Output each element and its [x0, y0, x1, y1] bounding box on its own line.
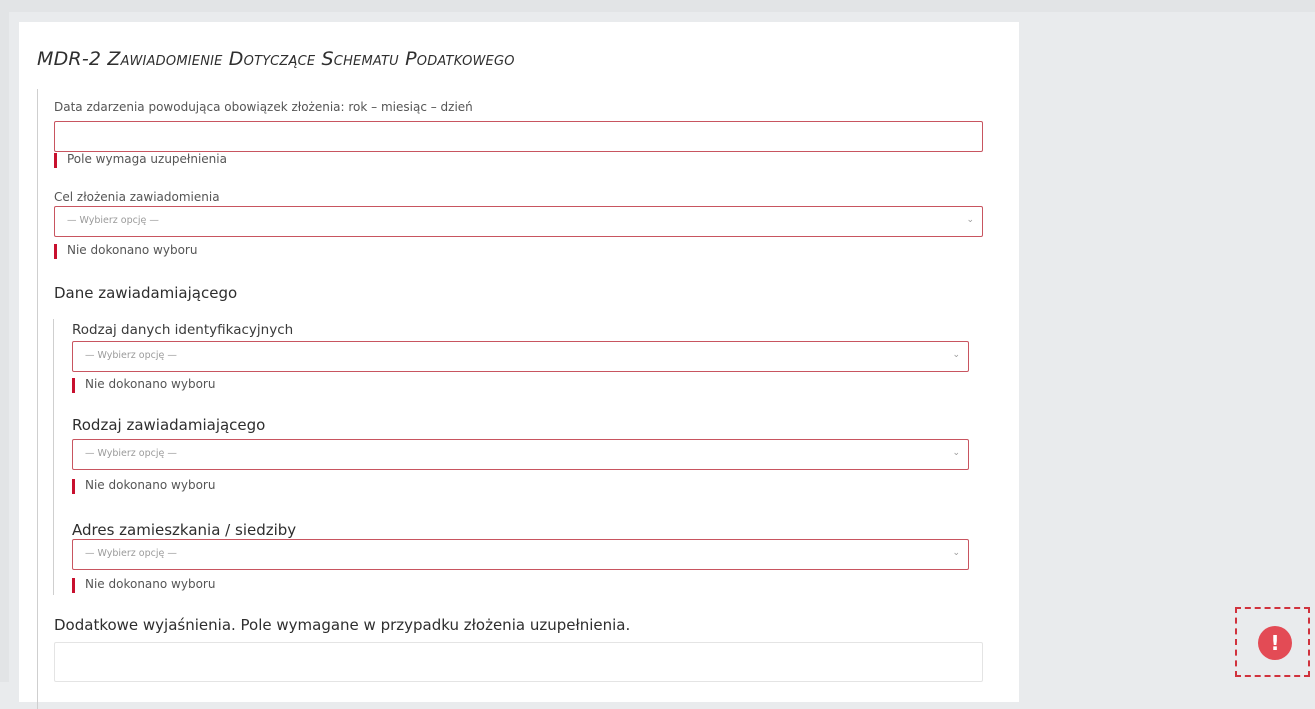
purpose-label: Cel złożenia zawiadomienia — [54, 190, 220, 204]
address-label: Adres zamieszkania / siedziby — [72, 521, 297, 539]
event-date-input[interactable] — [54, 121, 983, 152]
purpose-error: Nie dokonano wyboru — [54, 243, 197, 259]
chevron-down-icon: ⌄ — [952, 448, 960, 458]
top-bar — [0, 0, 1315, 12]
form-card: MDR-2 Zawiadomienie Dotyczące Schematu P… — [19, 22, 1019, 709]
address-select[interactable]: — Wybierz opcję — ⌄ — [72, 539, 969, 570]
chevron-down-icon: ⌄ — [952, 350, 960, 360]
extra-explanations-textarea[interactable] — [54, 642, 983, 682]
notifier-type-error: Nie dokonano wyboru — [72, 478, 215, 494]
notifier-section-heading: Dane zawiadamiającego — [54, 284, 238, 302]
form-title: MDR-2 Zawiadomienie Dotyczące Schematu P… — [37, 48, 515, 70]
event-date-label: Data zdarzenia powodująca obowiązek złoż… — [54, 100, 473, 114]
address-error: Nie dokonano wyboru — [72, 577, 215, 593]
id-type-error: Nie dokonano wyboru — [72, 377, 215, 393]
address-selected: — Wybierz opcję — — [85, 548, 177, 559]
notifier-type-select[interactable]: — Wybierz opcję — ⌄ — [72, 439, 969, 470]
extra-explanations-label: Dodatkowe wyjaśnienia. Pole wymagane w p… — [54, 616, 631, 634]
form-title-code: MDR-2 — [37, 48, 108, 70]
purpose-select[interactable]: — Wybierz opcję — ⌄ — [54, 206, 983, 237]
notifier-type-label: Rodzaj zawiadamiającego — [72, 416, 266, 434]
id-type-selected: — Wybierz opcję — — [85, 350, 177, 361]
id-type-label: Rodzaj danych identyfikacyjnych — [72, 322, 294, 338]
exclamation-icon: ! — [1258, 626, 1292, 660]
form-title-text: Zawiadomienie Dotyczące Schematu Podatko… — [107, 48, 515, 70]
chevron-down-icon: ⌄ — [966, 215, 974, 225]
purpose-selected: — Wybierz opcję — — [67, 215, 159, 226]
event-date-error: Pole wymaga uzupełnienia — [54, 152, 227, 168]
id-type-select[interactable]: — Wybierz opcję — ⌄ — [72, 341, 969, 372]
group-bar — [37, 89, 38, 709]
notifier-type-selected: — Wybierz opcję — — [85, 448, 177, 459]
chevron-down-icon: ⌄ — [952, 548, 960, 558]
validation-alert-button[interactable]: ! — [1235, 607, 1310, 677]
left-strip — [0, 0, 9, 682]
subgroup-bar — [53, 319, 54, 595]
